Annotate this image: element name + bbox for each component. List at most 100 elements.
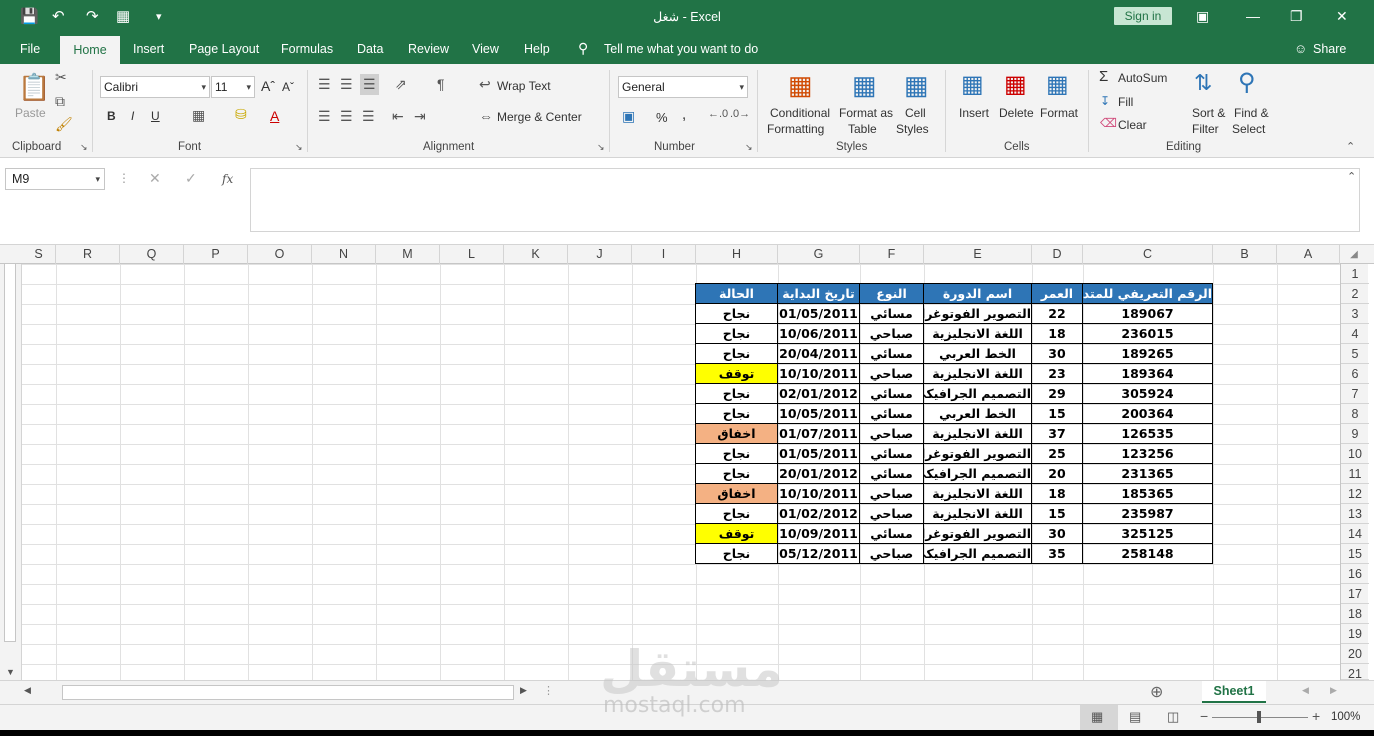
column-header[interactable]: L (440, 245, 504, 264)
cell-status[interactable]: نجاح (696, 544, 778, 564)
alignment-dialog-icon[interactable]: ↘ (597, 142, 605, 153)
cell-trainee-id[interactable]: 126535 (1083, 424, 1213, 444)
cell-course[interactable]: اللغة الانجليزية (924, 424, 1032, 444)
cell-age[interactable]: 30 (1032, 344, 1083, 364)
align-right-icon[interactable]: ☰ (362, 108, 375, 125)
column-header[interactable]: B (1213, 245, 1277, 264)
row-header[interactable]: 21 (1341, 664, 1369, 680)
cell-course[interactable]: الخط العربي (924, 404, 1032, 424)
row-header[interactable]: 6 (1341, 364, 1369, 384)
cell-course[interactable]: اللغة الانجليزية (924, 324, 1032, 344)
cell-type[interactable]: صباحي (860, 504, 924, 524)
delete-cells-button[interactable]: Delete (999, 106, 1034, 120)
cell-age[interactable]: 23 (1032, 364, 1083, 384)
sheet-tab-sheet1[interactable]: Sheet1 (1202, 681, 1266, 703)
column-header[interactable]: G (778, 245, 860, 264)
formula-input[interactable] (250, 168, 1360, 232)
cell-age[interactable]: 15 (1032, 404, 1083, 424)
zoom-out-icon[interactable]: − (1200, 708, 1208, 724)
normal-view-icon[interactable]: ▦ (1091, 709, 1103, 725)
cell-status[interactable]: نجاح (696, 344, 778, 364)
orientation-icon[interactable]: ⇗ (395, 76, 407, 93)
column-header[interactable]: I (632, 245, 696, 264)
hscroll-right-icon[interactable]: ▶ (520, 685, 527, 696)
insert-cells-button[interactable]: Insert (959, 106, 989, 120)
paste-button[interactable]: Paste (15, 106, 46, 120)
row-header[interactable]: 19 (1341, 624, 1369, 644)
cell-start-date[interactable]: 01/05/2011 (778, 304, 860, 324)
cell-start-date[interactable]: 20/04/2011 (778, 344, 860, 364)
page-layout-view-icon[interactable]: ▤ (1129, 709, 1141, 725)
cell-trainee-id[interactable]: 305924 (1083, 384, 1213, 404)
cell-status[interactable]: نجاح (696, 384, 778, 404)
column-header[interactable]: C (1083, 245, 1213, 264)
row-header[interactable]: 18 (1341, 604, 1369, 624)
prev-sheet-icon[interactable]: ◀ (1302, 685, 1309, 696)
fill-button[interactable]: Fill (1118, 95, 1133, 109)
row-header[interactable]: 3 (1341, 304, 1369, 324)
percent-button[interactable]: % (656, 110, 668, 125)
cell-trainee-id[interactable]: 325125 (1083, 524, 1213, 544)
cell-age[interactable]: 25 (1032, 444, 1083, 464)
row-header[interactable]: 2 (1341, 284, 1369, 304)
cell-status[interactable]: نجاح (696, 324, 778, 344)
share-button[interactable]: Share (1313, 42, 1346, 56)
eraser-icon[interactable]: ⌫ (1100, 116, 1117, 130)
bold-button[interactable]: B (107, 109, 116, 123)
decrease-decimal-icon[interactable]: .0→ (730, 108, 750, 120)
rtl-icon[interactable]: ¶ (437, 76, 445, 92)
row-header[interactable]: 8 (1341, 404, 1369, 424)
cell-start-date[interactable]: 05/12/2011 (778, 544, 860, 564)
cell-course[interactable]: التصوير الفوتوغرافي (924, 304, 1032, 324)
accounting-format-icon[interactable]: ▣ (622, 108, 635, 125)
column-header[interactable]: H (696, 245, 778, 264)
scroll-thumb[interactable] (4, 262, 16, 642)
fill-color-icon[interactable]: ⛁ (235, 106, 247, 123)
cell-trainee-id[interactable]: 258148 (1083, 544, 1213, 564)
cell-age[interactable]: 35 (1032, 544, 1083, 564)
merge-icon[interactable]: ⇔ (479, 108, 493, 124)
select-all-corner-icon[interactable]: ◢ (1340, 245, 1368, 264)
align-center-icon[interactable]: ☰ (340, 108, 353, 125)
cell-course[interactable]: اللغة الانجليزية (924, 364, 1032, 384)
row-header[interactable]: 9 (1341, 424, 1369, 444)
fill-icon[interactable]: ↧ (1100, 94, 1110, 108)
table-header[interactable]: الرقم التعريفي للمتدرب (1083, 284, 1213, 304)
page-break-view-icon[interactable]: ◫ (1167, 709, 1179, 725)
cell-styles-label-1[interactable]: Cell (905, 106, 926, 120)
cancel-entry-icon[interactable]: ✕ (149, 170, 161, 187)
cell-status[interactable]: اخفاق (696, 484, 778, 504)
cell-type[interactable]: مسائي (860, 404, 924, 424)
autosum-button[interactable]: AutoSum (1118, 71, 1167, 85)
minimize-icon[interactable]: — (1246, 8, 1260, 24)
cell-type[interactable]: مسائي (860, 384, 924, 404)
cell-trainee-id[interactable]: 189067 (1083, 304, 1213, 324)
comma-button[interactable]: , (682, 106, 686, 123)
cell-start-date[interactable]: 10/10/2011 (778, 364, 860, 384)
new-sheet-icon[interactable]: ⊕ (1150, 682, 1163, 702)
clear-button[interactable]: Clear (1118, 118, 1147, 132)
format-cells-button[interactable]: Format (1040, 106, 1078, 120)
tab-file[interactable]: File (20, 42, 40, 56)
increase-decimal-icon[interactable]: ←.0 (708, 108, 728, 120)
merge-center-button[interactable]: Merge & Center (497, 110, 582, 124)
align-bottom-icon[interactable]: ☰ (360, 74, 379, 95)
column-header[interactable]: J (568, 245, 632, 264)
table-header[interactable]: اسم الدورة (924, 284, 1032, 304)
tab-insert[interactable]: Insert (133, 42, 164, 56)
wrap-text-icon[interactable]: ↩ (479, 76, 491, 93)
cell-trainee-id[interactable]: 236015 (1083, 324, 1213, 344)
ribbon-display-icon[interactable]: ▣ (1196, 8, 1209, 25)
column-header[interactable]: Q (120, 245, 184, 264)
cell-status[interactable]: توقف (696, 524, 778, 544)
cell-status[interactable]: نجاح (696, 444, 778, 464)
grow-font-icon[interactable]: Aˆ (261, 78, 275, 94)
format-as-table-label-1[interactable]: Format as (839, 106, 893, 120)
row-header[interactable]: 12 (1341, 484, 1369, 504)
scroll-down-icon[interactable]: ▼ (6, 667, 15, 677)
cell-age[interactable]: 30 (1032, 524, 1083, 544)
tab-page-layout[interactable]: Page Layout (189, 42, 259, 56)
row-header[interactable]: 17 (1341, 584, 1369, 604)
zoom-slider-thumb[interactable] (1257, 711, 1261, 723)
cell-status[interactable]: نجاح (696, 464, 778, 484)
